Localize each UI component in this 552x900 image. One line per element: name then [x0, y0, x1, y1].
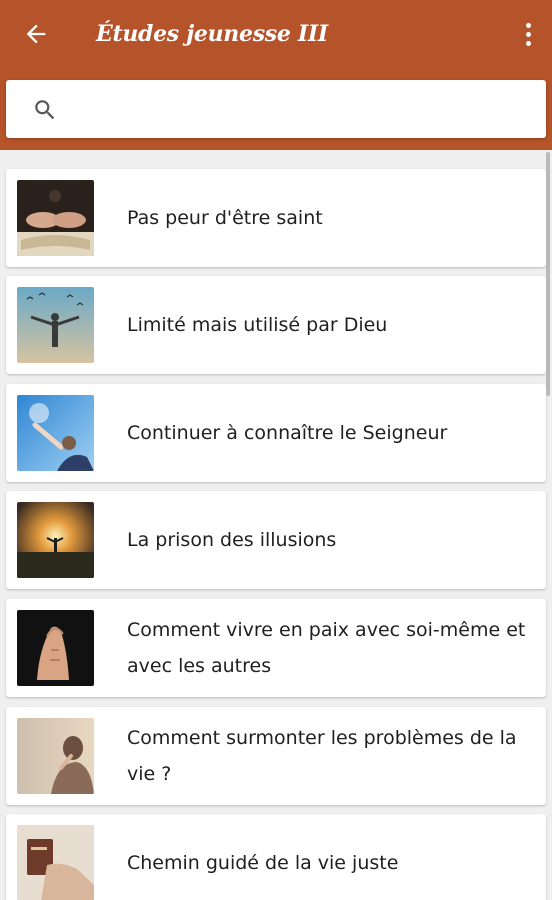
study-list: Pas peur d'être saint Limité mais utilis… [0, 150, 552, 900]
list-item[interactable]: Continuer à connaître le Seigneur [6, 384, 546, 482]
list-item[interactable]: Limité mais utilisé par Dieu [6, 276, 546, 374]
thumbnail-image [17, 502, 94, 578]
overflow-menu-button[interactable] [518, 16, 538, 52]
list-item[interactable]: Comment surmonter les problèmes de la vi… [6, 707, 546, 805]
item-title: Comment surmonter les problèmes de la vi… [127, 727, 517, 785]
search-input[interactable] [76, 88, 530, 132]
item-title: Pas peur d'être saint [127, 207, 323, 229]
app-bar: Études jeunesse III [0, 0, 552, 150]
thumbnail-image [17, 395, 94, 471]
item-title: La prison des illusions [127, 529, 337, 551]
item-title: Limité mais utilisé par Dieu [127, 314, 388, 336]
thumbnail-image [17, 287, 94, 363]
list-item[interactable]: Chemin guidé de la vie juste [6, 814, 546, 900]
list-item[interactable]: La prison des illusions [6, 491, 546, 589]
scrollbar[interactable] [546, 152, 550, 396]
item-title: Chemin guidé de la vie juste [127, 852, 399, 874]
item-title: Comment vivre en paix avec soi-même et a… [127, 619, 526, 677]
arrow-back-icon [26, 24, 46, 44]
page-title: Études jeunesse III [96, 21, 328, 47]
thumbnail-image [17, 180, 94, 256]
more-vert-icon [525, 22, 531, 28]
thumbnail-image [17, 825, 94, 900]
search-bar[interactable] [6, 80, 546, 138]
thumbnail-image [17, 610, 94, 686]
list-item[interactable]: Comment vivre en paix avec soi-même et a… [6, 599, 546, 697]
list-item[interactable]: Pas peur d'être saint [6, 169, 546, 267]
item-title: Continuer à connaître le Seigneur [127, 422, 448, 444]
thumbnail-image [17, 718, 94, 794]
back-button[interactable] [18, 16, 54, 52]
search-icon [35, 100, 55, 120]
